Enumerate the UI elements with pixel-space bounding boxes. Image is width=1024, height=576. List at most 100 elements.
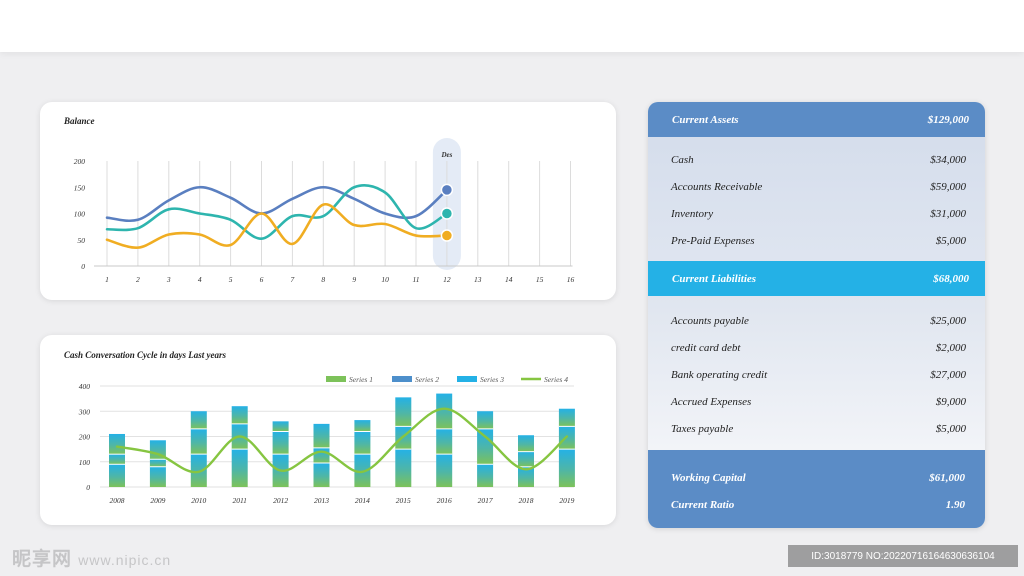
legend-swatch — [457, 376, 477, 382]
x-tick-label: 2014 — [355, 496, 370, 505]
bar-segment — [436, 454, 453, 487]
current-assets-header: Current Assets $129,000 — [648, 102, 985, 137]
bar-segment — [436, 393, 453, 429]
y-tick-label: 400 — [79, 382, 91, 391]
legend-swatch — [326, 376, 346, 382]
liability-value: $5,000 — [935, 423, 966, 435]
asset-label: Cash — [671, 154, 694, 166]
bar-segment — [518, 451, 534, 467]
y-tick-label: 100 — [79, 458, 91, 467]
y-tick-label: 150 — [74, 183, 86, 192]
liability-label: Accounts payable — [671, 315, 749, 327]
x-tick-label: 7 — [291, 275, 295, 284]
working-capital-label: Working Capital — [671, 472, 746, 484]
y-tick-label: 0 — [86, 483, 90, 492]
x-tick-label: 6 — [260, 275, 264, 284]
current-liabilities-label: Current Liabilities — [672, 272, 757, 285]
bar-segment — [272, 431, 289, 455]
x-tick-label: 16 — [567, 275, 575, 284]
series-line — [115, 407, 569, 474]
bar-segment — [395, 449, 412, 487]
current-liabilities-header: Current Liabilities $68,000 — [648, 261, 985, 296]
current-liabilities-value: $68,000 — [933, 272, 969, 285]
liability-row: credit card debt $2,000 — [648, 339, 985, 357]
current-ratio-row: Current Ratio 1.90 — [648, 496, 985, 514]
asset-row: Accounts Receivable $59,000 — [648, 178, 985, 196]
x-tick-label: 2009 — [150, 496, 165, 505]
series-endpoint-marker — [440, 229, 454, 242]
bar-segment — [109, 464, 125, 487]
asset-row: Pre-Paid Expenses $5,000 — [648, 232, 985, 250]
bar-segment — [558, 449, 575, 487]
x-tick-label: 10 — [381, 275, 389, 284]
liability-value: $2,000 — [935, 342, 966, 354]
x-tick-label: 4 — [198, 275, 202, 284]
x-tick-label: 2012 — [273, 496, 288, 505]
asset-label: Accounts Receivable — [671, 181, 763, 193]
x-tick-label: 13 — [474, 275, 482, 284]
y-tick-label: 50 — [78, 236, 86, 245]
image-id-badge: ID:3018779 NO:20220716164630636104 — [788, 545, 1018, 567]
bar-segment — [477, 411, 494, 429]
balance-chart: Des0501001502001 2 3 4 5 6 7 8 9 10 11 12 13 14 15 16 — [74, 138, 575, 284]
balance-sheet-panel: Current Assets $129,000 Cash $34,000 Acc… — [648, 102, 985, 528]
series-endpoint-marker — [440, 207, 454, 220]
x-tick-label: 8 — [321, 275, 325, 284]
legend-label: Series 1 — [349, 375, 373, 384]
current-ratio-value: 1.90 — [945, 499, 965, 511]
liability-label: Accrued Expenses — [671, 396, 752, 408]
asset-value: $34,000 — [930, 154, 966, 166]
asset-row: Inventory $31,000 — [648, 205, 985, 223]
legend-label: Series 4 — [544, 375, 568, 384]
watermark-brand: 昵享网 — [12, 549, 73, 570]
bar-segment — [149, 459, 166, 467]
y-tick-label: 200 — [79, 433, 91, 442]
cash-cycle-chart-card: Cash Conversation Cycle in days Last yea… — [40, 335, 616, 525]
x-tick-label: 2018 — [519, 496, 534, 505]
current-assets-value: $129,000 — [927, 113, 969, 126]
y-tick-label: 300 — [78, 407, 91, 416]
working-capital-value: $61,000 — [929, 472, 965, 484]
cash-cycle-chart: 0 100 200 300 400 2008 2009 2010 2011 2012 2013 201… — [78, 375, 575, 505]
current-ratio-label: Current Ratio — [671, 499, 735, 511]
working-capital-row: Working Capital $61,000 — [648, 469, 985, 487]
y-tick-label: 0 — [81, 262, 85, 271]
x-tick-label: 5 — [229, 275, 233, 284]
liability-label: Bank operating credit — [671, 369, 768, 381]
x-tick-label: 9 — [352, 275, 356, 284]
balance-chart-card: Balance Des 0 50 100 150 200 1 2 3 4 5 6 7 8 9 10 11 12 13… — [40, 102, 616, 300]
liability-label: Taxes payable — [671, 423, 734, 435]
x-tick-label: 11 — [413, 275, 420, 284]
highlight-label: Des — [440, 151, 452, 159]
bar-segment — [190, 411, 207, 429]
bar-segment — [190, 428, 207, 455]
bar-segment — [436, 428, 453, 455]
y-tick-label: 200 — [74, 157, 86, 166]
bar-segment — [149, 466, 166, 487]
x-tick-label: 2015 — [396, 496, 411, 505]
x-tick-label: 2010 — [191, 496, 206, 505]
liability-value: $25,000 — [930, 315, 966, 327]
liability-value: $27,000 — [930, 369, 966, 381]
bar-segment — [231, 449, 248, 487]
bar-segment — [518, 435, 534, 452]
asset-label: Inventory — [671, 208, 714, 220]
asset-label: Pre-Paid Expenses — [671, 235, 755, 247]
x-tick-label: 2016 — [437, 496, 452, 505]
x-tick-label: 2011 — [232, 496, 246, 505]
bar-segment — [313, 423, 330, 448]
bar-segment — [558, 408, 575, 427]
series-line — [105, 203, 449, 249]
watermark-logo: 昵享网 www.nipic.cn — [12, 544, 171, 571]
legend-label: Series 3 — [480, 375, 504, 384]
x-tick-label: 3 — [166, 275, 171, 284]
liability-label: credit card debt — [671, 342, 741, 354]
totals-section — [648, 450, 985, 528]
asset-row: Cash $34,000 — [648, 151, 985, 169]
bar-segment — [109, 433, 125, 455]
x-tick-label: 2019 — [559, 496, 574, 505]
liability-row: Taxes payable $5,000 — [648, 420, 985, 438]
x-tick-label: 2 — [136, 275, 140, 284]
series-endpoint-marker — [440, 183, 454, 197]
liability-row: Bank operating credit $27,000 — [648, 366, 985, 384]
